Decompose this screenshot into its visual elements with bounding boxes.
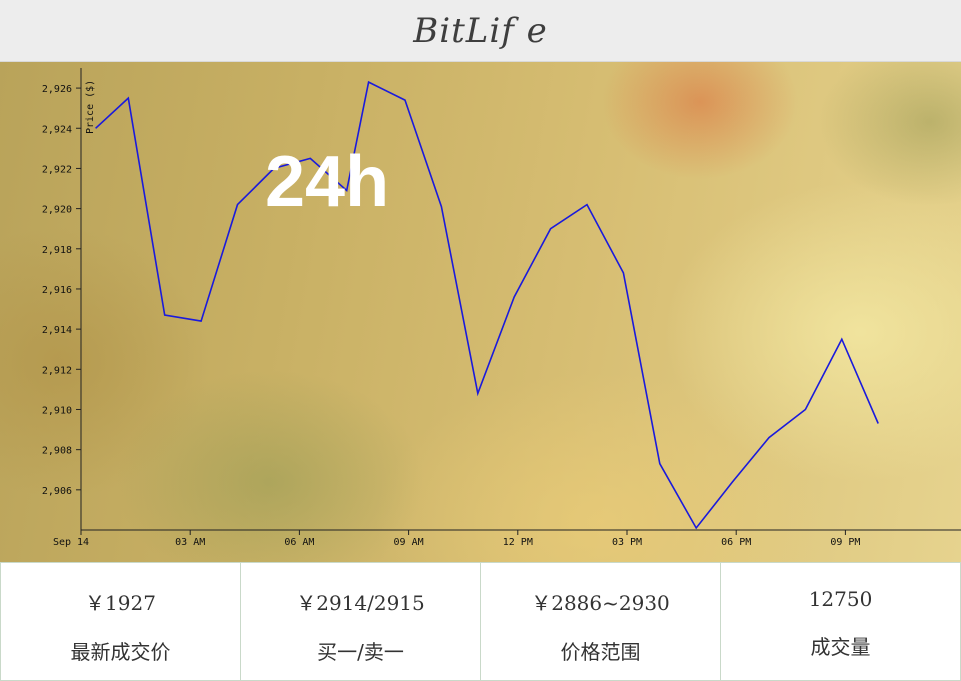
price-chart: 2,906 2,908 2,910 2,912 2,914 2,916 2,918 2,920…	[0, 62, 961, 562]
stat-label: 买一/卖一	[317, 640, 404, 664]
y-tick-label: 2,916	[42, 285, 72, 296]
y-tick-label: 2,922	[42, 164, 72, 175]
y-tick-label: 2,926	[42, 84, 72, 95]
y-tick-label: 2,914	[42, 325, 72, 336]
price-line	[95, 80, 879, 530]
market-stats: ￥1927 最新成交价 ￥2914/2915 买一/卖一 ￥2886~2930 …	[0, 562, 961, 681]
y-tick-label: 2,912	[42, 365, 72, 376]
x-tick-label: 09 AM	[394, 537, 424, 548]
y-tick-label: 2,918	[42, 245, 72, 256]
stat-value: ￥2914/2915	[296, 591, 425, 615]
x-tick-label: Sep 14	[53, 537, 89, 548]
price-chart-svg: 2,906 2,908 2,910 2,912 2,914 2,916 2,918 2,920…	[42, 68, 961, 548]
app-logo: BitLif e	[413, 10, 548, 51]
y-tick-label: 2,908	[42, 446, 72, 457]
timeframe-label: 24h	[265, 142, 390, 222]
stat-label: 最新成交价	[70, 640, 171, 664]
x-tick-label: 06 PM	[721, 537, 751, 548]
stat-value: ￥1927	[85, 591, 156, 615]
x-tick-label: 09 PM	[830, 537, 860, 548]
app-header: BitLif e	[0, 0, 961, 62]
stat-last-price: ￥1927 最新成交价	[0, 562, 241, 681]
x-tick-label: 03 AM	[175, 537, 205, 548]
stat-value: ￥2886~2930	[531, 591, 670, 615]
y-tick-label: 2,906	[42, 486, 72, 497]
stat-volume: 12750 成交量	[721, 562, 961, 681]
stat-value: 12750	[808, 587, 873, 611]
stat-bid-ask: ￥2914/2915 买一/卖一	[241, 562, 481, 681]
stat-label: 价格范围	[560, 640, 641, 664]
x-tick-label: 06 AM	[284, 537, 314, 548]
y-axis-title: Price ($)	[85, 80, 96, 134]
stat-label: 成交量	[810, 635, 871, 659]
y-tick-label: 2,910	[42, 405, 72, 416]
x-tick-label: 03 PM	[612, 537, 642, 548]
x-tick-label: 12 PM	[503, 537, 533, 548]
y-tick-label: 2,924	[42, 124, 72, 135]
y-tick-label: 2,920	[42, 205, 72, 216]
stat-price-range: ￥2886~2930 价格范围	[481, 562, 721, 681]
